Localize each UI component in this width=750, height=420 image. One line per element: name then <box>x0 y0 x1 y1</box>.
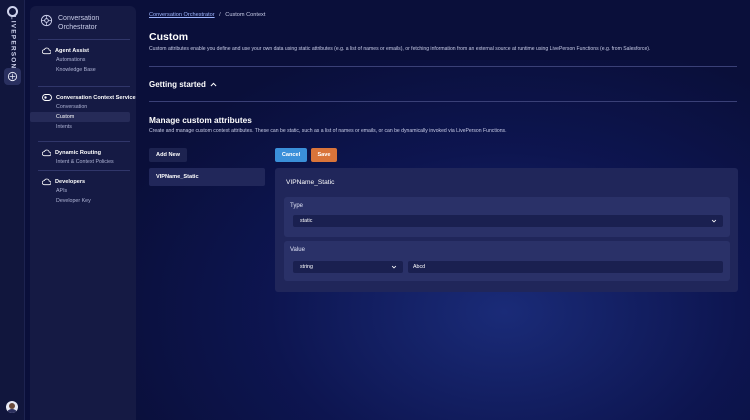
breadcrumb-current: Custom Context <box>225 12 266 18</box>
sidebar-item-intents[interactable]: Intents <box>30 122 136 132</box>
value-type-select-value: string <box>300 264 313 270</box>
sidebar-section-context-service: Conversation Context Service Conversatio… <box>30 93 136 132</box>
value-field: Value string Abcd <box>284 241 730 281</box>
value-input[interactable]: Abcd <box>408 261 723 273</box>
type-select[interactable]: static <box>293 215 723 227</box>
sidebar-section-title[interactable]: Developers <box>30 177 136 186</box>
save-button[interactable]: Save <box>311 148 337 162</box>
getting-started-label: Getting started <box>149 80 206 89</box>
attribute-editor-panel: VIPName_Static Type static Value string … <box>275 168 738 292</box>
sidebar: Conversation Orchestrator Agent Assist A… <box>30 6 136 420</box>
sidebar-item-conversation[interactable]: Conversation <box>30 102 136 112</box>
page-title: Custom <box>149 31 189 43</box>
sidebar-section-title[interactable]: Agent Assist <box>30 46 136 55</box>
value-label: Value <box>290 247 305 253</box>
type-field: Type static <box>284 197 730 237</box>
sidebar-section-title[interactable]: Conversation Context Service <box>30 93 136 102</box>
manage-title: Manage custom attributes <box>149 115 252 125</box>
developers-icon <box>42 178 51 185</box>
sidebar-header: Conversation Orchestrator <box>40 14 118 32</box>
sidebar-item-automations[interactable]: Automations <box>30 55 136 65</box>
context-service-icon <box>42 94 52 101</box>
user-avatar[interactable] <box>6 401 18 413</box>
chevron-down-icon <box>711 219 717 223</box>
section-label: Agent Assist <box>55 47 89 54</box>
divider <box>38 141 130 142</box>
sidebar-item-developer-key[interactable]: Developer Key <box>30 196 136 206</box>
manage-description: Create and manage custom context attribu… <box>149 128 507 134</box>
divider <box>38 170 130 171</box>
breadcrumb: Conversation Orchestrator / Custom Conte… <box>149 12 265 18</box>
editor-title: VIPName_Static <box>286 179 335 186</box>
divider <box>38 86 130 87</box>
app-title: Conversation Orchestrator <box>58 15 100 31</box>
cloud-icon <box>42 47 51 54</box>
section-label: Conversation Context Service <box>56 94 136 101</box>
sidebar-section-title[interactable]: Dynamic Routing <box>30 148 136 157</box>
orchestrator-icon <box>40 14 53 27</box>
value-type-select[interactable]: string <box>293 261 403 273</box>
type-select-value: static <box>300 218 313 224</box>
sidebar-section-dynamic-routing: Dynamic Routing Intent & Context Policie… <box>30 148 136 167</box>
chevron-down-icon <box>391 265 397 269</box>
routing-icon <box>42 149 51 156</box>
add-new-button[interactable]: Add New <box>149 148 187 162</box>
type-label: Type <box>290 203 304 209</box>
sidebar-item-apis[interactable]: APIs <box>30 186 136 196</box>
divider <box>38 39 130 40</box>
attribute-list-item[interactable]: VIPName_Static <box>149 168 265 186</box>
brand-wordmark: LIVEPERSON <box>9 15 16 69</box>
divider <box>149 101 737 102</box>
divider <box>149 66 737 67</box>
breadcrumb-separator: / <box>219 12 221 18</box>
sidebar-item-custom[interactable]: Custom <box>30 112 130 122</box>
section-label: Developers <box>55 178 86 185</box>
sidebar-item-intent-context-policies[interactable]: Intent & Context Policies <box>30 157 136 167</box>
sidebar-item-knowledge-base[interactable]: Knowledge Base <box>30 65 136 75</box>
page-description: Custom attributes enable you define and … <box>149 46 651 52</box>
chevron-up-icon <box>210 82 217 87</box>
sidebar-section-developers: Developers APIs Developer Key <box>30 177 136 206</box>
getting-started-toggle[interactable]: Getting started <box>149 80 217 89</box>
section-label: Dynamic Routing <box>55 149 101 156</box>
breadcrumb-root-link[interactable]: Conversation Orchestrator <box>149 12 215 18</box>
cancel-button[interactable]: Cancel <box>275 148 307 162</box>
sidebar-section-agent-assist: Agent Assist Automations Knowledge Base <box>30 46 136 75</box>
orchestrator-app-icon[interactable] <box>4 68 21 85</box>
app-rail: LIVEPERSON <box>0 0 25 420</box>
